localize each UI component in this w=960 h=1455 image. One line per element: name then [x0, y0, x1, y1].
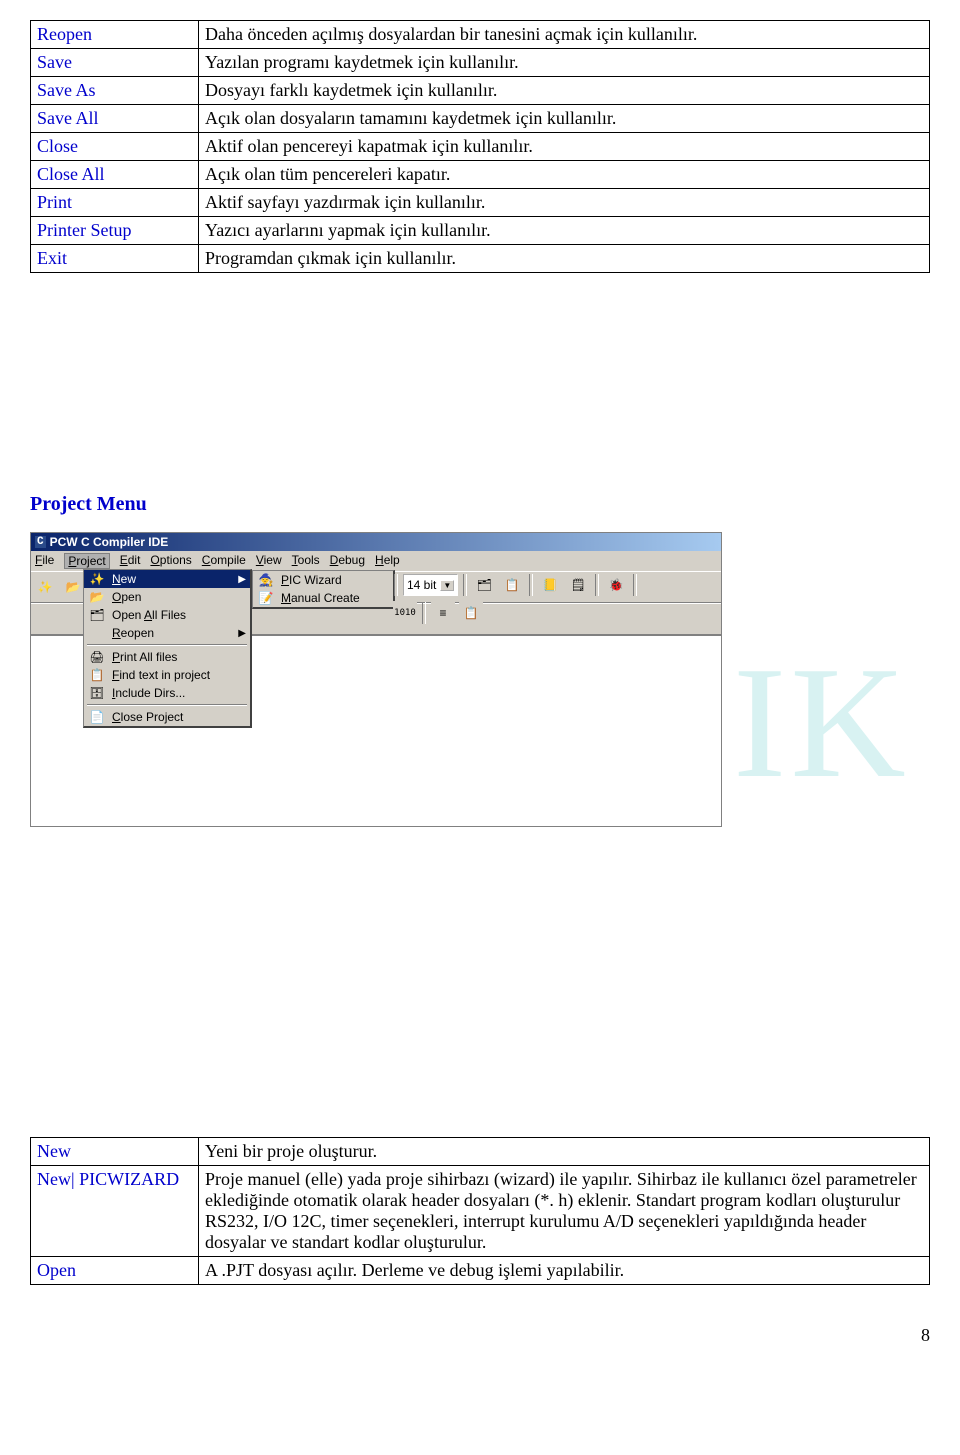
- cmd-desc: Proje manuel (elle) yada proje sihirbazı…: [199, 1166, 930, 1257]
- cmd-key: Print: [31, 189, 199, 217]
- titlebar: C PCW C Compiler IDE: [31, 533, 721, 551]
- printer-icon: 🖨: [88, 650, 106, 664]
- project-menu-table: NewYeni bir proje oluşturur. New| PICWIZ…: [30, 1137, 930, 1285]
- cmd-key: Close: [31, 133, 199, 161]
- toolbar-right-group: 14 bit ▼ 🗂 📋 📒 🗒 🐞: [393, 573, 638, 597]
- menu-project[interactable]: Project: [64, 553, 109, 569]
- menu-item-close-project[interactable]: 📄 Close Project: [84, 708, 250, 726]
- window-title: PCW C Compiler IDE: [50, 535, 169, 549]
- menu-item-open-all[interactable]: 🗂 Open All Files: [84, 606, 250, 624]
- menu-item-label: Close Project: [112, 710, 246, 724]
- cmd-desc: Yeni bir proje oluşturur.: [199, 1138, 930, 1166]
- toolbar-separator: [422, 602, 426, 624]
- menu-item-open[interactable]: 📂 Open: [84, 588, 250, 606]
- close-project-icon: 📄: [88, 710, 106, 724]
- cmd-desc: Yazılan programı kaydetmek için kullanıl…: [199, 49, 930, 77]
- cmd-desc: Açık olan dosyaların tamamını kaydetmek …: [199, 105, 930, 133]
- cmd-desc: Daha önceden açılmış dosyalardan bir tan…: [199, 21, 930, 49]
- section-heading: Project Menu: [30, 493, 930, 516]
- menu-item-label: Find text in project: [112, 668, 246, 682]
- menu-item-reopen[interactable]: Reopen ▶: [84, 624, 250, 642]
- cmd-key: Exit: [31, 245, 199, 273]
- toolbar-separator: [529, 574, 533, 596]
- menu-item-find-text[interactable]: 📋 Find text in project: [84, 666, 250, 684]
- submenu-pic-wizard[interactable]: 🧙 PIC Wizard: [253, 571, 393, 589]
- toolbar-icon[interactable]: 🗂: [472, 573, 496, 597]
- new-file-icon[interactable]: ✨: [33, 575, 57, 599]
- menu-file[interactable]: File: [35, 553, 54, 569]
- toolbar-bug-icon[interactable]: 🐞: [604, 573, 628, 597]
- toolbar-icon[interactable]: 📋: [459, 601, 483, 625]
- toolbar-separator: [595, 574, 599, 596]
- menu-separator: [87, 644, 247, 646]
- cmd-desc: Aktif sayfayı yazdırmak için kullanılır.: [199, 189, 930, 217]
- new-submenu: 🧙 PIC Wizard 📝 Manual Create: [252, 570, 395, 609]
- toolbar-separator: [394, 574, 398, 596]
- menu-separator: [87, 704, 247, 706]
- menu-compile[interactable]: Compile: [202, 553, 246, 569]
- menu-item-new[interactable]: ✨ New ▶: [84, 570, 250, 588]
- ide-window: C PCW C Compiler IDE File Project Edit O…: [30, 532, 722, 827]
- cmd-key: Close All: [31, 161, 199, 189]
- wizard-icon: 🧙: [257, 573, 275, 587]
- files-icon: 🗂: [88, 608, 106, 622]
- menu-item-label: Include Dirs...: [112, 686, 246, 700]
- chevron-down-icon: ▼: [440, 580, 454, 591]
- tab-stub[interactable]: den: [32, 601, 60, 619]
- toolbar-separator: [633, 574, 637, 596]
- toolbar-icon[interactable]: 🗒: [566, 573, 590, 597]
- project-dropdown: ✨ New ▶ 📂 Open 🗂 Open All Files Reopen ▶…: [83, 569, 252, 728]
- chevron-right-icon: ▶: [230, 628, 246, 639]
- menu-item-label: Reopen: [112, 626, 224, 640]
- open-file-icon[interactable]: 📂: [61, 575, 85, 599]
- cmd-key: Save All: [31, 105, 199, 133]
- bit-select-combo[interactable]: 14 bit ▼: [403, 574, 458, 596]
- toolbar-icon[interactable]: 📒: [538, 573, 562, 597]
- cmd-key: Open: [31, 1257, 199, 1285]
- file-menu-table: ReopenDaha önceden açılmış dosyalardan b…: [30, 20, 930, 273]
- find-icon: 📋: [88, 668, 106, 682]
- cmd-desc: Programdan çıkmak için kullanılır.: [199, 245, 930, 273]
- menu-edit[interactable]: Edit: [120, 553, 141, 569]
- cmd-desc: Açık olan tüm pencereleri kapatır.: [199, 161, 930, 189]
- menu-debug[interactable]: Debug: [330, 553, 365, 569]
- page-number: 8: [30, 1325, 930, 1346]
- folder-open-icon: 📂: [88, 590, 106, 604]
- toolbar-icon[interactable]: 📋: [500, 573, 524, 597]
- menu-item-label: New: [112, 572, 224, 586]
- menu-item-label: PIC Wizard: [281, 573, 389, 587]
- toolbar-icon[interactable]: 1010: [393, 601, 417, 625]
- menu-item-include-dirs[interactable]: 🗄 Include Dirs...: [84, 684, 250, 702]
- dirs-icon: 🗄: [88, 686, 106, 700]
- system-icon: C: [35, 536, 46, 548]
- menu-item-print-all[interactable]: 🖨 Print All files: [84, 648, 250, 666]
- menu-item-label: Print All files: [112, 650, 246, 664]
- cmd-key: New: [31, 1138, 199, 1166]
- cmd-desc: A .PJT dosyası açılır. Derleme ve debug …: [199, 1257, 930, 1285]
- cmd-key: Reopen: [31, 21, 199, 49]
- menu-item-label: Open All Files: [112, 608, 246, 622]
- cmd-key: Save As: [31, 77, 199, 105]
- menu-help[interactable]: Help: [375, 553, 400, 569]
- toolbar-icon[interactable]: ≡: [431, 601, 455, 625]
- cmd-desc: Dosyayı farklı kaydetmek için kullanılır…: [199, 77, 930, 105]
- menu-options[interactable]: Options: [150, 553, 191, 569]
- sparkle-icon: ✨: [88, 572, 106, 586]
- menu-item-label: Manual Create: [281, 591, 389, 605]
- toolbar-separator: [463, 574, 467, 596]
- submenu-manual-create[interactable]: 📝 Manual Create: [253, 589, 393, 607]
- cmd-key: Save: [31, 49, 199, 77]
- toolbar2-right-group: 1010 ≡ 📋: [393, 601, 483, 625]
- cmd-key: Printer Setup: [31, 217, 199, 245]
- menu-view[interactable]: View: [256, 553, 282, 569]
- menu-tools[interactable]: Tools: [292, 553, 320, 569]
- menu-item-label: Open: [112, 590, 246, 604]
- menubar: File Project Edit Options Compile View T…: [31, 551, 721, 571]
- chevron-right-icon: ▶: [230, 574, 246, 585]
- combo-value: 14 bit: [407, 578, 436, 592]
- manual-icon: 📝: [257, 591, 275, 605]
- cmd-key: New| PICWIZARD: [31, 1166, 199, 1257]
- cmd-desc: Yazıcı ayarlarını yapmak için kullanılır…: [199, 217, 930, 245]
- cmd-desc: Aktif olan pencereyi kapatmak için kulla…: [199, 133, 930, 161]
